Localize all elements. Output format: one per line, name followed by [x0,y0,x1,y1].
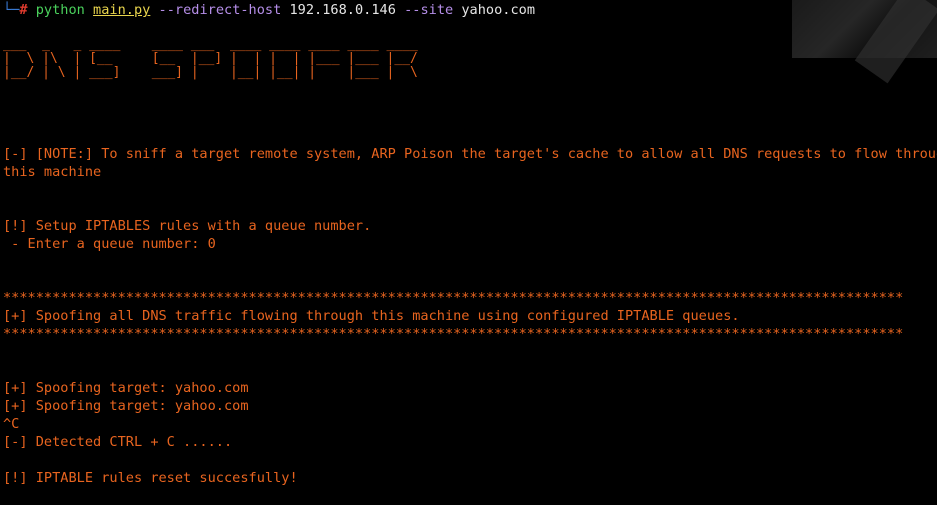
command-site: yahoo.com [461,2,536,18]
banner-line-3: |__/ | \ | ___] ___] | |__| |__| | |___ … [3,65,418,80]
stars-bottom-line: ****************************************… [3,326,904,342]
reset-line: [!] IPTABLE rules reset succesfully! [3,470,298,486]
ctrl-c-echo-line: ^C [3,416,20,432]
note-line-2: this machine [3,164,102,180]
ascii-banner: ___ _ _ ____ ____ ___ ____ ____ ____ ___… [3,38,418,80]
command-host: 192.168.0.146 [289,2,396,18]
note-line-1: [-] [NOTE:] To sniff a target remote sys… [3,146,937,162]
detected-ctrl-c-line: [-] Detected CTRL + C ...... [3,434,233,450]
background-wallpaper [792,0,937,58]
banner-line-1: ___ _ _ ____ ____ ___ ____ ____ ____ ___… [3,37,418,52]
setup-line: [!] Setup IPTABLES rules with a queue nu… [3,218,372,234]
banner-line-2: | \ |\ | [__ [__ |__] | | | | |___ |___ … [3,51,418,66]
command-site-flag: --site [404,2,454,18]
stars-top-line: ****************************************… [3,290,904,306]
spoof-target-line-2: [+] Spoofing target: yahoo.com [3,398,249,414]
spoof-target-line-1: [+] Spoofing target: yahoo.com [3,380,249,396]
prompt-hash: # [19,2,28,18]
enter-queue-line: - Enter a queue number: 0 [3,236,216,252]
prompt-corner-icon: └─ [3,2,20,18]
spoofing-all-line: [+] Spoofing all DNS traffic flowing thr… [3,308,740,324]
command-prompt-line: └─# python main.py --redirect-host 192.1… [3,1,535,19]
command-file: main.py [93,2,151,18]
terminal-window[interactable]: └─# python main.py --redirect-host 192.1… [0,0,937,505]
command-python: python [35,2,85,18]
command-redirect-flag: --redirect-host [158,2,282,18]
